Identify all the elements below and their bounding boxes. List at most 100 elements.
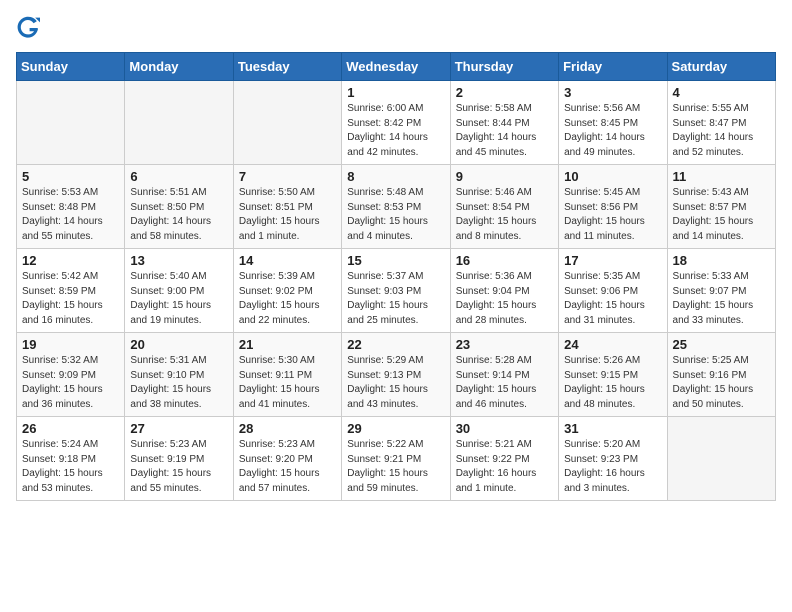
page-header	[16, 16, 776, 40]
calendar-cell: 31 Sunrise: 5:20 AM Sunset: 9:23 PM Dayli…	[559, 417, 667, 501]
day-info: Sunrise: 5:30 AM Sunset: 9:11 PM Dayligh…	[239, 354, 336, 412]
day-info: Sunrise: 5:55 AM Sunset: 8:47 PM Dayligh…	[673, 102, 770, 160]
day-info: Sunrise: 5:32 AM Sunset: 9:09 PM Dayligh…	[22, 354, 119, 412]
calendar-cell: 22 Sunrise: 5:29 AM Sunset: 9:13 PM Dayli…	[342, 333, 450, 417]
day-number: 7	[239, 169, 336, 184]
day-number: 1	[347, 85, 444, 100]
day-number: 22	[347, 337, 444, 352]
day-info: Sunrise: 5:36 AM Sunset: 9:04 PM Dayligh…	[456, 270, 553, 328]
day-info: Sunrise: 5:24 AM Sunset: 9:18 PM Dayligh…	[22, 438, 119, 496]
day-info: Sunrise: 5:21 AM Sunset: 9:22 PM Dayligh…	[456, 438, 553, 496]
weekday-header-sunday: Sunday	[17, 53, 125, 81]
weekday-header-tuesday: Tuesday	[233, 53, 341, 81]
calendar-cell: 6 Sunrise: 5:51 AM Sunset: 8:50 PM Daylig…	[125, 165, 233, 249]
logo	[16, 16, 44, 40]
calendar-cell: 7 Sunrise: 5:50 AM Sunset: 8:51 PM Daylig…	[233, 165, 341, 249]
day-number: 15	[347, 253, 444, 268]
calendar-body: 1 Sunrise: 6:00 AM Sunset: 8:42 PM Daylig…	[17, 81, 776, 501]
calendar-cell: 13 Sunrise: 5:40 AM Sunset: 9:00 PM Dayli…	[125, 249, 233, 333]
day-info: Sunrise: 5:51 AM Sunset: 8:50 PM Dayligh…	[130, 186, 227, 244]
day-number: 27	[130, 421, 227, 436]
day-info: Sunrise: 5:22 AM Sunset: 9:21 PM Dayligh…	[347, 438, 444, 496]
calendar-cell: 24 Sunrise: 5:26 AM Sunset: 9:15 PM Dayli…	[559, 333, 667, 417]
day-info: Sunrise: 5:33 AM Sunset: 9:07 PM Dayligh…	[673, 270, 770, 328]
day-info: Sunrise: 5:23 AM Sunset: 9:20 PM Dayligh…	[239, 438, 336, 496]
day-number: 12	[22, 253, 119, 268]
day-number: 25	[673, 337, 770, 352]
day-number: 13	[130, 253, 227, 268]
day-info: Sunrise: 5:43 AM Sunset: 8:57 PM Dayligh…	[673, 186, 770, 244]
day-number: 2	[456, 85, 553, 100]
day-number: 5	[22, 169, 119, 184]
day-info: Sunrise: 5:28 AM Sunset: 9:14 PM Dayligh…	[456, 354, 553, 412]
day-number: 19	[22, 337, 119, 352]
calendar-cell: 11 Sunrise: 5:43 AM Sunset: 8:57 PM Dayli…	[667, 165, 775, 249]
calendar-cell: 9 Sunrise: 5:46 AM Sunset: 8:54 PM Daylig…	[450, 165, 558, 249]
calendar-cell: 3Sunrise: 5:56 AM Sunset: 8:45 PM Daylig…	[559, 81, 667, 165]
calendar-cell: 10Sunrise: 5:45 AM Sunset: 8:56 PM Dayli…	[559, 165, 667, 249]
day-number: 4	[673, 85, 770, 100]
day-info: Sunrise: 5:29 AM Sunset: 9:13 PM Dayligh…	[347, 354, 444, 412]
calendar-cell: 14Sunrise: 5:39 AM Sunset: 9:02 PM Dayli…	[233, 249, 341, 333]
calendar-cell: 1 Sunrise: 6:00 AM Sunset: 8:42 PM Daylig…	[342, 81, 450, 165]
day-info: Sunrise: 5:31 AM Sunset: 9:10 PM Dayligh…	[130, 354, 227, 412]
day-info: Sunrise: 6:00 AM Sunset: 8:42 PM Dayligh…	[347, 102, 444, 160]
day-number: 24	[564, 337, 661, 352]
weekday-header-monday: Monday	[125, 53, 233, 81]
day-info: Sunrise: 5:23 AM Sunset: 9:19 PM Dayligh…	[130, 438, 227, 496]
calendar-week-2: 5Sunrise: 5:53 AM Sunset: 8:48 PM Daylig…	[17, 165, 776, 249]
calendar-cell: 2Sunrise: 5:58 AM Sunset: 8:44 PM Daylig…	[450, 81, 558, 165]
calendar-cell: 21 Sunrise: 5:30 AM Sunset: 9:11 PM Dayli…	[233, 333, 341, 417]
calendar-cell: 15 Sunrise: 5:37 AM Sunset: 9:03 PM Dayli…	[342, 249, 450, 333]
day-number: 20	[130, 337, 227, 352]
day-info: Sunrise: 5:46 AM Sunset: 8:54 PM Dayligh…	[456, 186, 553, 244]
day-number: 31	[564, 421, 661, 436]
day-info: Sunrise: 5:26 AM Sunset: 9:15 PM Dayligh…	[564, 354, 661, 412]
weekday-header-wednesday: Wednesday	[342, 53, 450, 81]
calendar-cell: 28 Sunrise: 5:23 AM Sunset: 9:20 PM Dayli…	[233, 417, 341, 501]
calendar-header: SundayMondayTuesdayWednesdayThursdayFrid…	[17, 53, 776, 81]
day-number: 17	[564, 253, 661, 268]
day-number: 29	[347, 421, 444, 436]
calendar-cell: 27 Sunrise: 5:23 AM Sunset: 9:19 PM Dayli…	[125, 417, 233, 501]
day-info: Sunrise: 5:40 AM Sunset: 9:00 PM Dayligh…	[130, 270, 227, 328]
calendar-cell: 19 Sunrise: 5:32 AM Sunset: 9:09 PM Dayli…	[17, 333, 125, 417]
calendar-week-5: 26 Sunrise: 5:24 AM Sunset: 9:18 PM Dayli…	[17, 417, 776, 501]
day-number: 6	[130, 169, 227, 184]
calendar-cell: 17Sunrise: 5:35 AM Sunset: 9:06 PM Dayli…	[559, 249, 667, 333]
calendar-cell	[233, 81, 341, 165]
weekday-header-saturday: Saturday	[667, 53, 775, 81]
day-info: Sunrise: 5:37 AM Sunset: 9:03 PM Dayligh…	[347, 270, 444, 328]
day-info: Sunrise: 5:25 AM Sunset: 9:16 PM Dayligh…	[673, 354, 770, 412]
calendar-cell: 29 Sunrise: 5:22 AM Sunset: 9:21 PM Dayli…	[342, 417, 450, 501]
weekday-header-friday: Friday	[559, 53, 667, 81]
day-info: Sunrise: 5:20 AM Sunset: 9:23 PM Dayligh…	[564, 438, 661, 496]
calendar-cell: 25 Sunrise: 5:25 AM Sunset: 9:16 PM Dayli…	[667, 333, 775, 417]
day-info: Sunrise: 5:48 AM Sunset: 8:53 PM Dayligh…	[347, 186, 444, 244]
calendar-week-4: 19 Sunrise: 5:32 AM Sunset: 9:09 PM Dayli…	[17, 333, 776, 417]
day-info: Sunrise: 5:50 AM Sunset: 8:51 PM Dayligh…	[239, 186, 336, 244]
day-number: 9	[456, 169, 553, 184]
day-number: 28	[239, 421, 336, 436]
day-number: 14	[239, 253, 336, 268]
weekday-header-thursday: Thursday	[450, 53, 558, 81]
calendar-cell: 23Sunrise: 5:28 AM Sunset: 9:14 PM Dayli…	[450, 333, 558, 417]
calendar-cell: 18 Sunrise: 5:33 AM Sunset: 9:07 PM Dayli…	[667, 249, 775, 333]
calendar-cell	[17, 81, 125, 165]
calendar-cell: 30 Sunrise: 5:21 AM Sunset: 9:22 PM Dayli…	[450, 417, 558, 501]
day-number: 3	[564, 85, 661, 100]
calendar-week-3: 12 Sunrise: 5:42 AM Sunset: 8:59 PM Dayli…	[17, 249, 776, 333]
calendar-cell: 20 Sunrise: 5:31 AM Sunset: 9:10 PM Dayli…	[125, 333, 233, 417]
weekday-header-row: SundayMondayTuesdayWednesdayThursdayFrid…	[17, 53, 776, 81]
calendar-cell	[667, 417, 775, 501]
day-number: 18	[673, 253, 770, 268]
day-number: 26	[22, 421, 119, 436]
logo-icon	[16, 16, 40, 40]
day-number: 21	[239, 337, 336, 352]
day-info: Sunrise: 5:42 AM Sunset: 8:59 PM Dayligh…	[22, 270, 119, 328]
day-number: 30	[456, 421, 553, 436]
calendar-cell: 12 Sunrise: 5:42 AM Sunset: 8:59 PM Dayli…	[17, 249, 125, 333]
day-number: 11	[673, 169, 770, 184]
calendar-table: SundayMondayTuesdayWednesdayThursdayFrid…	[16, 52, 776, 501]
calendar-cell: 16Sunrise: 5:36 AM Sunset: 9:04 PM Dayli…	[450, 249, 558, 333]
